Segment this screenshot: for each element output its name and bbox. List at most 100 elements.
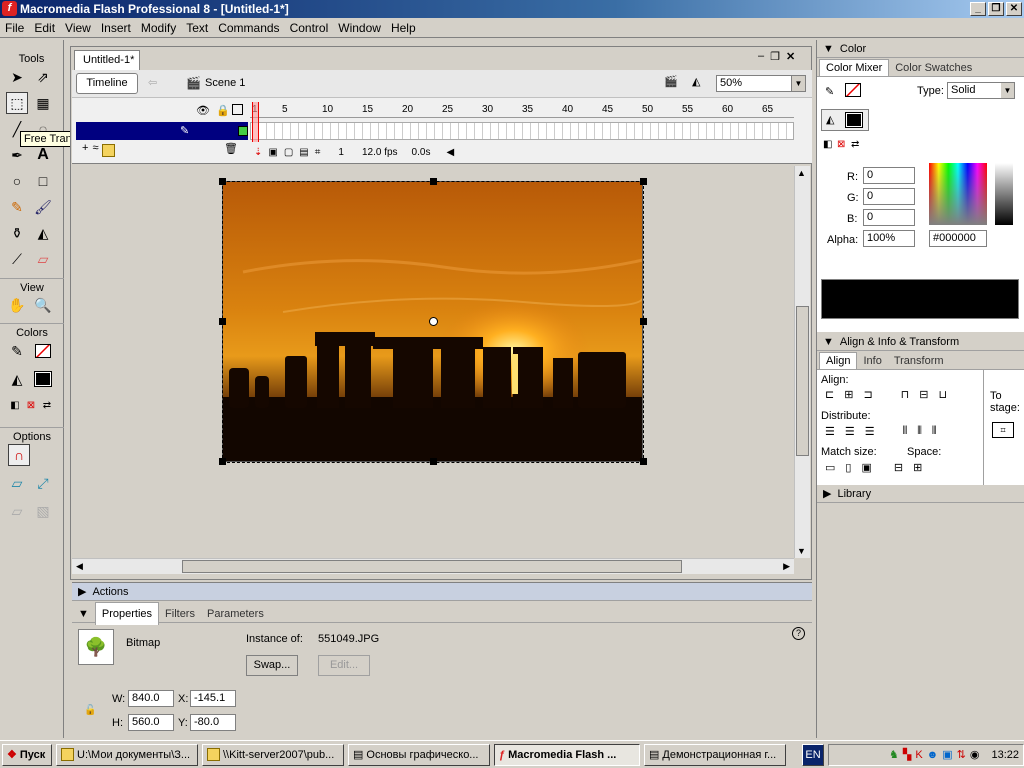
minimize-button[interactable]: _ xyxy=(970,2,986,16)
timeline-scroll-left[interactable]: ◀ xyxy=(446,147,454,158)
fill-color-icon[interactable]: ◭ xyxy=(6,368,28,390)
eyedropper-tool-icon[interactable]: ⟋ xyxy=(6,248,28,270)
doc-minimize-icon[interactable]: – xyxy=(758,50,764,66)
edit-button[interactable]: Edit... xyxy=(318,655,370,676)
ink-bottle-tool-icon[interactable]: ⚱ xyxy=(6,222,28,244)
fill-transform-tool-icon[interactable]: ▦ xyxy=(32,92,54,114)
distort-icon[interactable]: ▱ xyxy=(6,500,28,522)
paint-bucket-tool-icon[interactable]: ◭ xyxy=(32,222,54,244)
zoom-select[interactable]: 50% ▼ xyxy=(716,75,806,92)
chevron-down-icon[interactable]: ▼ xyxy=(791,76,805,91)
tab-info[interactable]: Info xyxy=(857,353,887,369)
timeline-button[interactable]: Timeline xyxy=(76,73,138,94)
vertical-scrollbar[interactable]: ▲ ▼ xyxy=(794,166,810,558)
transform-handle[interactable] xyxy=(219,178,226,185)
free-transform-tool-icon[interactable]: ⬚ xyxy=(6,92,28,114)
brightness-slider[interactable] xyxy=(995,163,1013,225)
actions-panel-header[interactable]: ▶ Actions xyxy=(72,583,812,601)
tray-icon[interactable]: ⇅ xyxy=(957,745,966,765)
onion-markers-icon[interactable]: ⌗ xyxy=(315,147,321,158)
no-color-icon[interactable]: ⊠ xyxy=(837,139,845,150)
help-icon[interactable]: ? xyxy=(792,627,805,640)
edit-scene-icon[interactable]: 🎬 xyxy=(664,75,678,88)
playhead[interactable] xyxy=(252,102,259,142)
close-button[interactable]: ✕ xyxy=(1006,2,1022,16)
transform-handle[interactable] xyxy=(640,458,647,465)
match-width-icon[interactable]: ▭ xyxy=(825,461,835,474)
swap-colors-icon[interactable]: ⇄ xyxy=(36,394,58,416)
fill-selector[interactable]: ◭ xyxy=(821,109,869,131)
scroll-thumb[interactable] xyxy=(796,306,809,456)
horizontal-scrollbar[interactable]: ◀ ▶ xyxy=(72,558,794,574)
hand-tool-icon[interactable]: ✋ xyxy=(6,294,28,316)
alpha-field[interactable]: 100% xyxy=(863,230,915,247)
transform-center-point[interactable] xyxy=(429,317,438,326)
g-field[interactable]: 0 xyxy=(863,188,915,205)
back-arrow-icon[interactable]: ⇦ xyxy=(148,76,157,89)
scroll-thumb[interactable] xyxy=(182,560,682,573)
tray-icon[interactable]: ▚ xyxy=(903,745,911,765)
tab-color-swatches[interactable]: Color Swatches xyxy=(889,60,978,76)
start-button[interactable]: ❖ Пуск xyxy=(2,743,52,766)
tab-filters[interactable]: Filters xyxy=(159,603,201,625)
language-indicator[interactable]: EN xyxy=(802,743,824,766)
eraser-tool-icon[interactable]: ▱ xyxy=(32,248,54,270)
frame-row[interactable] xyxy=(250,122,794,140)
onion-skin-icon[interactable]: ▣ xyxy=(268,147,277,158)
align-panel-header[interactable]: ▼ Align & Info & Transform xyxy=(817,333,1024,351)
brush-tool-icon[interactable]: 🖌 xyxy=(32,196,54,218)
edit-symbols-icon[interactable]: ◭ xyxy=(692,75,700,88)
x-field[interactable]: -145.1 xyxy=(190,690,236,707)
doc-restore-icon[interactable]: ❐ xyxy=(770,50,780,66)
to-stage-button[interactable]: ⌗ xyxy=(992,422,1014,438)
distribute-left-icon[interactable]: ⫴ xyxy=(903,425,908,438)
type-select[interactable]: Solid ▼ xyxy=(947,82,1015,99)
layer-row-selected[interactable]: ✎ xyxy=(76,122,248,140)
swap-colors-icon[interactable]: ⇄ xyxy=(851,139,859,150)
tab-align[interactable]: Align xyxy=(819,352,858,369)
lock-icon[interactable]: 🔒 xyxy=(216,104,230,117)
match-height-icon[interactable]: ▯ xyxy=(845,461,851,474)
insert-folder-icon[interactable] xyxy=(102,144,116,157)
motion-guide-icon[interactable]: ≈ xyxy=(92,142,98,160)
scroll-down-icon[interactable]: ▼ xyxy=(797,546,806,556)
document-tab[interactable]: Untitled-1* xyxy=(74,50,140,70)
tray-icon[interactable]: ▣ xyxy=(942,745,952,765)
menu-text[interactable]: Text xyxy=(181,21,213,35)
delete-layer-icon[interactable]: 🗑 xyxy=(224,142,238,160)
tray-icon[interactable]: ◉ xyxy=(970,745,980,765)
menu-commands[interactable]: Commands xyxy=(213,21,284,35)
height-field[interactable]: 560.0 xyxy=(128,714,174,731)
tab-properties[interactable]: Properties xyxy=(94,602,160,625)
scale-icon[interactable]: ⤢ xyxy=(32,472,54,494)
transform-handle[interactable] xyxy=(640,318,647,325)
align-vcenter-icon[interactable]: ⊟ xyxy=(919,388,928,401)
match-both-icon[interactable]: ▣ xyxy=(861,461,871,474)
r-field[interactable]: 0 xyxy=(863,167,915,184)
taskbar-item-active[interactable]: ƒ Macromedia Flash ... xyxy=(494,743,640,766)
distribute-bottom-icon[interactable]: ☰ xyxy=(865,425,875,438)
center-frame-icon[interactable]: ⇣ xyxy=(254,147,262,158)
onion-outline-icon[interactable]: ▢ xyxy=(284,147,293,158)
tray-icon[interactable]: ☻ xyxy=(927,745,939,765)
transform-handle[interactable] xyxy=(219,318,226,325)
restore-button[interactable]: ❐ xyxy=(988,2,1004,16)
stroke-color-swatch[interactable] xyxy=(845,83,861,97)
stroke-swatch[interactable] xyxy=(32,340,54,362)
tray-icon[interactable]: K xyxy=(915,745,922,765)
scroll-left-icon[interactable]: ◀ xyxy=(76,561,83,572)
fill-swatch[interactable] xyxy=(32,368,54,390)
distribute-vcenter-icon[interactable]: ☰ xyxy=(845,425,855,438)
align-bottom-icon[interactable]: ⊔ xyxy=(938,388,947,401)
align-left-icon[interactable]: ⊏ xyxy=(825,388,834,401)
space-horizontal-icon[interactable]: ⊞ xyxy=(913,461,922,474)
color-panel-header[interactable]: ▼ Color xyxy=(817,40,1024,58)
text-tool-icon[interactable]: A xyxy=(32,144,54,166)
hex-field[interactable]: #000000 xyxy=(929,230,987,247)
width-field[interactable]: 840.0 xyxy=(128,690,174,707)
library-panel-header[interactable]: ▶ Library xyxy=(817,485,1024,503)
transform-handle[interactable] xyxy=(430,178,437,185)
taskbar-item[interactable]: ▤ Демонстрационная г... xyxy=(644,743,786,766)
swap-button[interactable]: Swap... xyxy=(246,655,298,676)
tray-icon[interactable]: ♞ xyxy=(889,745,899,765)
